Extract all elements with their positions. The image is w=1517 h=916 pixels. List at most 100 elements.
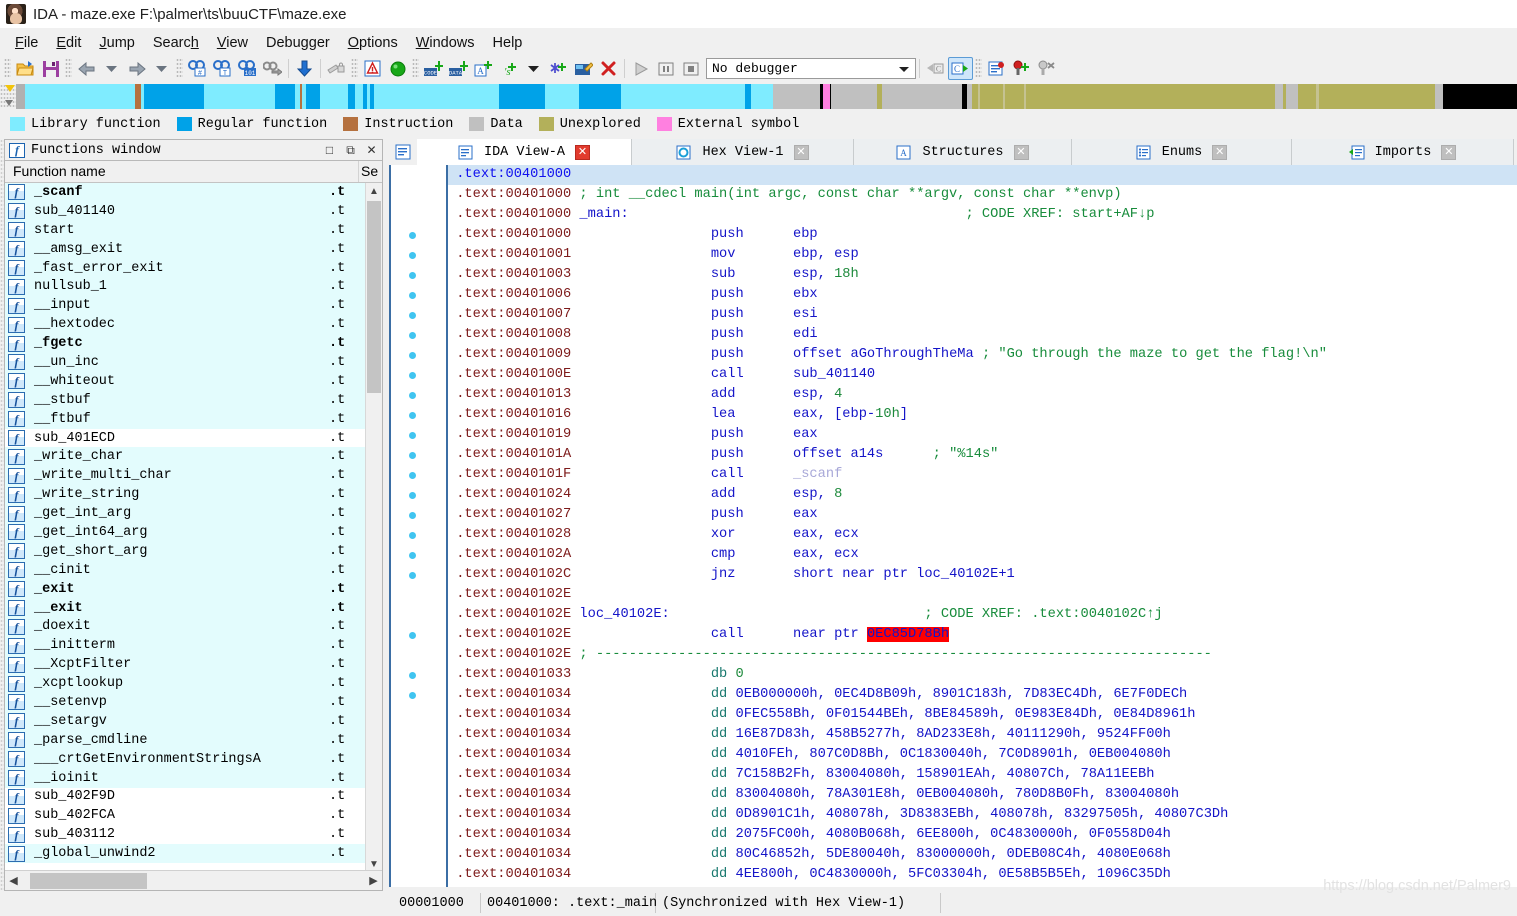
disassembly-line[interactable]: .text:0040101F call _scanf xyxy=(448,465,1517,485)
breakpoint-dot-icon[interactable] xyxy=(409,412,416,419)
line-token[interactable]: call xyxy=(711,627,744,642)
column-header-function-name[interactable]: Function name xyxy=(5,161,358,182)
navband-segment[interactable] xyxy=(144,84,205,109)
table-row[interactable]: f __XcptFilter .t xyxy=(5,655,365,675)
table-row[interactable]: f ___crtGetEnvironmentStringsA .t xyxy=(5,749,365,769)
table-row[interactable]: f __initterm .t xyxy=(5,636,365,656)
disassembly-line[interactable]: .text:00401000 _main: ; CODE XREF: start… xyxy=(448,205,1517,225)
back-dropdown-icon[interactable] xyxy=(99,57,124,80)
line-token[interactable]: _main: xyxy=(579,207,628,222)
table-row[interactable]: f __hextodec .t xyxy=(5,315,365,335)
table-row[interactable]: f __un_inc .t xyxy=(5,353,365,372)
disassembly-line[interactable]: .text:00401034 dd 83004080h, 78A301E8h, … xyxy=(448,785,1517,805)
navband-segment[interactable] xyxy=(1318,84,1435,109)
line-token[interactable]: eax, [ebp- xyxy=(793,407,875,422)
disassembly-line[interactable]: .text:0040102E call near ptr 0EC85D78Bh xyxy=(448,625,1517,645)
navband-segment[interactable] xyxy=(1297,84,1316,109)
breakpoint-dot-icon[interactable] xyxy=(409,552,416,559)
menu-item-debugger[interactable]: Debugger xyxy=(257,32,339,54)
tab-close-icon[interactable]: ✕ xyxy=(575,144,590,160)
breakpoint-dot-icon[interactable] xyxy=(409,512,416,519)
line-token[interactable]: short near ptr loc_40102E+1 xyxy=(793,567,1015,582)
menu-item-windows[interactable]: Windows xyxy=(407,32,484,54)
disassembly-line[interactable]: .text:00401027 push eax xyxy=(448,505,1517,525)
disassembly-line[interactable]: .text:00401028 xor eax, ecx xyxy=(448,525,1517,545)
navigation-band[interactable] xyxy=(0,84,1517,109)
breakpoint-dot-icon[interactable] xyxy=(409,352,416,359)
breakpoint-dot-icon[interactable] xyxy=(409,672,416,679)
delete-breakpoint-icon[interactable] xyxy=(1034,57,1059,80)
make-struct-icon[interactable]: 's xyxy=(496,57,521,80)
line-token[interactable]: push xyxy=(711,287,744,302)
disassembly-line[interactable]: .text:0040100E call sub_401140 xyxy=(448,365,1517,385)
line-token[interactable]: add xyxy=(711,387,736,402)
table-row[interactable]: f __setargv .t xyxy=(5,711,365,731)
table-row[interactable]: f __amsg_exit .t xyxy=(5,239,365,259)
menu-item-search[interactable]: Search xyxy=(144,32,208,54)
line-token[interactable]: call xyxy=(711,467,744,482)
menu-item-view[interactable]: View xyxy=(208,32,257,54)
tab-close-icon[interactable]: ✕ xyxy=(1441,144,1457,160)
line-token[interactable]: esp, xyxy=(793,487,834,502)
table-row[interactable]: f _fgetc .t xyxy=(5,334,365,354)
library-call-ref[interactable]: _scanf xyxy=(793,467,842,482)
stop-icon[interactable] xyxy=(678,57,703,80)
line-token[interactable]: eax, ecx xyxy=(793,547,859,562)
functions-horizontal-scrollbar[interactable]: ◀ ▶ xyxy=(5,870,382,890)
table-row[interactable]: f _write_string .t xyxy=(5,485,365,505)
disassembly-line[interactable]: .text:00401003 sub esp, 18h xyxy=(448,265,1517,285)
disassembly-line[interactable]: .text:0040102E ; -----------------------… xyxy=(448,645,1517,665)
line-token[interactable]: push xyxy=(711,347,744,362)
disassembly-line[interactable]: .text:00401034 dd 0FEC558Bh, 0F01544BEh,… xyxy=(448,705,1517,725)
line-token[interactable]: push xyxy=(711,327,744,342)
navband-segment[interactable] xyxy=(499,84,545,109)
navband-segment[interactable] xyxy=(134,84,142,109)
disassembly-line[interactable]: .text:0040102C jnz short near ptr loc_40… xyxy=(448,565,1517,585)
navband-segment[interactable] xyxy=(373,84,500,109)
tab-close-icon[interactable]: ✕ xyxy=(793,144,809,160)
breakpoint-dot-icon[interactable] xyxy=(409,472,416,479)
line-token[interactable]: xor xyxy=(711,527,736,542)
table-row[interactable]: f sub_403112 .t xyxy=(5,825,365,845)
line-token[interactable]: mov xyxy=(711,247,736,262)
table-row[interactable]: f _get_int64_arg .t xyxy=(5,523,365,542)
line-token[interactable]: near ptr xyxy=(793,627,867,642)
disassembly-line[interactable]: .text:00401034 dd 7C158B2Fh, 83004080h, … xyxy=(448,765,1517,785)
line-token[interactable]: offset aGoThroughTheMa xyxy=(793,347,974,362)
close-icon[interactable]: ✕ xyxy=(361,142,382,159)
navband-segment[interactable] xyxy=(1443,84,1517,109)
breakpoint-dot-icon[interactable] xyxy=(409,492,416,499)
table-row[interactable]: f _doexit .t xyxy=(5,617,365,637)
navband-segment[interactable] xyxy=(1005,84,1025,109)
table-row[interactable]: f __exit .t xyxy=(5,598,365,618)
menu-item-options[interactable]: Options xyxy=(339,32,407,54)
search-text-icon[interactable]: T xyxy=(210,57,235,80)
tab-close-icon[interactable]: ✕ xyxy=(1013,144,1029,160)
disassembly-line[interactable]: .text:0040102E loc_40102E: ; CODE XREF: … xyxy=(448,605,1517,625)
table-row[interactable]: f _write_multi_char .t xyxy=(5,466,365,486)
decompile-active-icon[interactable]: C xyxy=(948,57,973,80)
scroll-up-icon[interactable]: ▲ xyxy=(366,183,382,200)
navband-segment[interactable] xyxy=(24,84,135,109)
line-token[interactable]: offset a14s xyxy=(793,447,883,462)
scroll-thumb[interactable] xyxy=(367,201,381,393)
breakpoint-dot-icon[interactable] xyxy=(409,632,416,639)
scroll-right-icon[interactable]: ▶ xyxy=(365,874,382,887)
disassembly-view[interactable]: .text:00401000 .text:00401000 ; int __cd… xyxy=(389,165,1517,887)
menu-item-file[interactable]: File xyxy=(6,32,47,54)
tab-structures[interactable]: A Structures ✕ xyxy=(854,139,1072,165)
line-token[interactable]: ] xyxy=(900,407,908,422)
navband-segment[interactable] xyxy=(306,84,320,109)
table-row[interactable]: f __input .t xyxy=(5,296,365,316)
functions-vertical-scrollbar[interactable]: ▲ ▼ xyxy=(365,183,382,873)
navband-segment[interactable] xyxy=(544,84,579,109)
disassembly-line[interactable]: .text:0040102A cmp eax, ecx xyxy=(448,545,1517,565)
table-row[interactable]: f _global_unwind2 .t xyxy=(5,844,365,864)
breakpoint-dot-icon[interactable] xyxy=(409,572,416,579)
disassembly-line[interactable]: .text:00401034 dd 4010FEh, 807C0D8Bh, 0C… xyxy=(448,745,1517,765)
navband-segment[interactable] xyxy=(204,84,275,109)
breakpoint-dot-icon[interactable] xyxy=(409,232,416,239)
run-icon[interactable] xyxy=(628,57,653,80)
line-token[interactable]: loc_40102E: xyxy=(579,607,669,622)
disassembly-line[interactable]: .text:00401009 push offset aGoThroughThe… xyxy=(448,345,1517,365)
